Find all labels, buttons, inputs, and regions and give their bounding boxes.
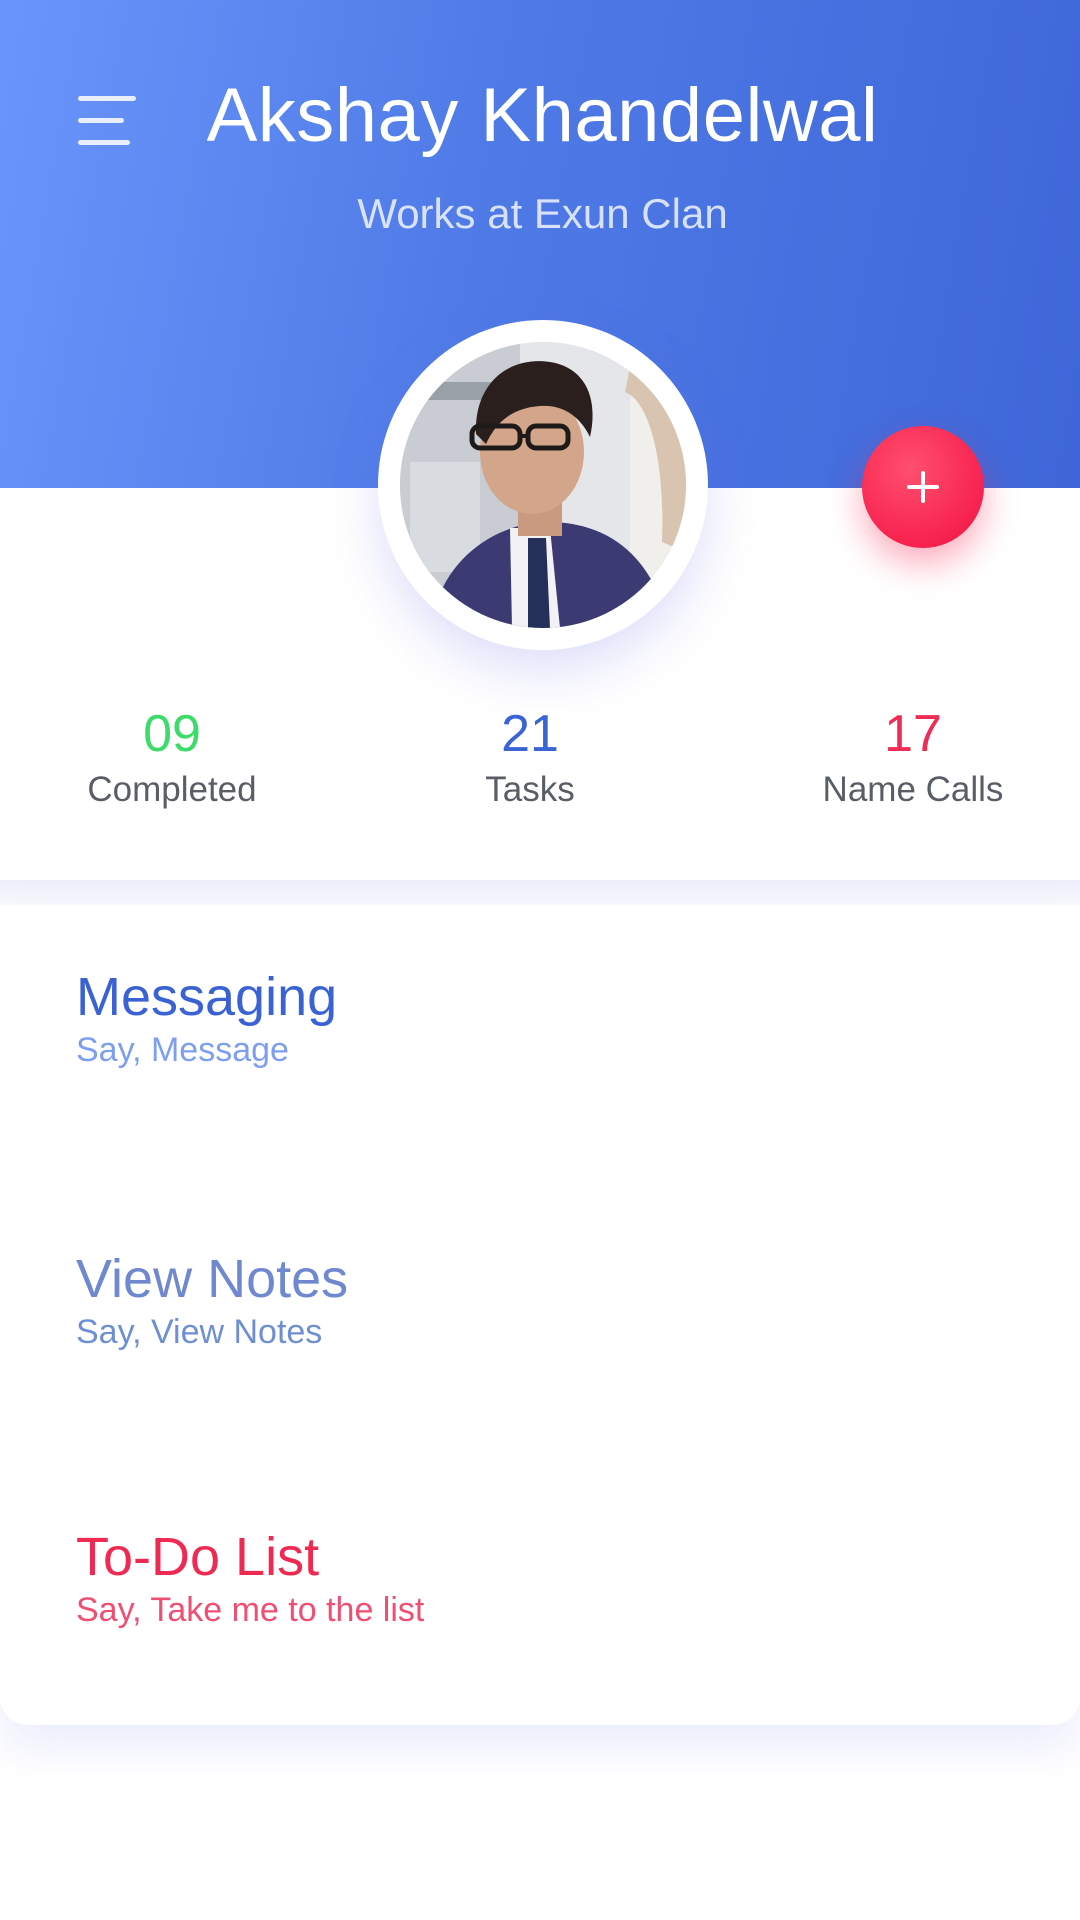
stat-value: 09 <box>143 705 201 763</box>
actions-card: Messaging Say, Message View Notes Say, V… <box>0 905 1080 1725</box>
stat-label: Name Calls <box>822 770 1004 809</box>
stats-row: 09 Completed 21 Tasks 17 Name Calls <box>0 700 1080 880</box>
hamburger-menu-icon[interactable] <box>72 92 138 158</box>
action-title: View Notes <box>76 1249 349 1309</box>
stat-label: Completed <box>87 770 257 809</box>
action-title: Messaging <box>76 967 338 1027</box>
stat-tasks[interactable]: 21 Tasks <box>380 700 680 810</box>
avatar-ring <box>378 320 708 650</box>
menu-line <box>78 140 130 145</box>
action-view-notes[interactable]: View Notes Say, View Notes <box>76 1247 348 1353</box>
action-messaging[interactable]: Messaging Say, Message <box>76 965 337 1071</box>
menu-line <box>78 96 136 101</box>
action-todo-list[interactable]: To-Do List Say, Take me to the list <box>76 1525 424 1631</box>
profile-photo <box>400 342 686 628</box>
action-hint: Say, Take me to the list <box>76 1591 425 1629</box>
plus-icon <box>921 471 925 503</box>
profile-name: Akshay Khandelwal <box>206 73 879 158</box>
avatar[interactable] <box>400 342 686 628</box>
stat-value: 17 <box>884 705 942 763</box>
add-button[interactable] <box>862 426 984 548</box>
action-hint: Say, View Notes <box>76 1313 323 1351</box>
menu-line <box>78 118 124 123</box>
profile-subtitle: Works at Exun Clan <box>357 190 728 237</box>
action-title: To-Do List <box>76 1527 320 1587</box>
stat-value: 21 <box>501 705 559 763</box>
stat-name-calls[interactable]: 17 Name Calls <box>763 700 1063 810</box>
stat-completed[interactable]: 09 Completed <box>22 700 322 810</box>
action-hint: Say, Message <box>76 1031 289 1069</box>
stat-label: Tasks <box>485 770 575 809</box>
